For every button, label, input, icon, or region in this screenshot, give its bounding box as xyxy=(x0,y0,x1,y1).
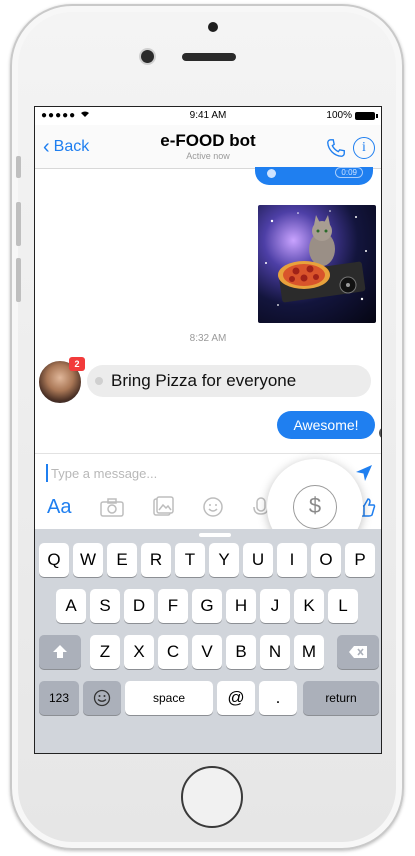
key-j[interactable]: J xyxy=(260,589,290,623)
numbers-key[interactable]: 123 xyxy=(39,681,79,715)
battery-indicator: 100% xyxy=(326,110,378,121)
key-q[interactable]: Q xyxy=(39,543,69,577)
photo-library-icon[interactable] xyxy=(151,495,175,519)
key-w[interactable]: W xyxy=(73,543,103,577)
period-key[interactable]: . xyxy=(259,681,297,715)
key-v[interactable]: V xyxy=(192,635,222,669)
return-key[interactable]: return xyxy=(303,681,379,715)
key-x[interactable]: X xyxy=(124,635,154,669)
delete-key[interactable] xyxy=(337,635,379,669)
previous-message-duration: 0:09 xyxy=(335,167,363,178)
key-a[interactable]: A xyxy=(56,589,86,623)
key-g[interactable]: G xyxy=(192,589,222,623)
camera-icon[interactable] xyxy=(99,495,125,519)
cat-pizza-dj-illustration xyxy=(265,210,367,306)
key-m[interactable]: M xyxy=(294,635,324,669)
sent-message-bubble[interactable]: Awesome! xyxy=(277,411,375,439)
message-timestamp: 8:32 AM xyxy=(189,333,227,344)
text-cursor xyxy=(46,464,48,482)
received-message-bubble[interactable]: Bring Pizza for everyone xyxy=(87,365,371,397)
at-key[interactable]: @ xyxy=(217,681,255,715)
key-h[interactable]: H xyxy=(226,589,256,623)
phone-call-icon[interactable] xyxy=(325,137,347,159)
volume-up-button xyxy=(16,202,21,246)
play-icon xyxy=(267,169,276,178)
navigation-bar: ‹ Back e-FOOD bot Active now i xyxy=(35,125,381,169)
unread-badge: 2 xyxy=(69,357,85,371)
key-t[interactable]: T xyxy=(175,543,205,577)
key-f[interactable]: F xyxy=(158,589,188,623)
volume-down-button xyxy=(16,258,21,302)
key-p[interactable]: P xyxy=(345,543,375,577)
key-c[interactable]: C xyxy=(158,635,188,669)
key-k[interactable]: K xyxy=(294,589,324,623)
shift-arrow-icon xyxy=(53,645,67,658)
key-r[interactable]: R xyxy=(141,543,171,577)
battery-icon xyxy=(355,111,378,120)
key-e[interactable]: E xyxy=(107,543,137,577)
emoji-icon[interactable] xyxy=(201,495,225,519)
earpiece-speaker xyxy=(182,53,236,61)
info-icon[interactable]: i xyxy=(353,137,375,159)
dollar-icon: $ xyxy=(293,485,337,529)
received-message-text: Bring Pizza for everyone xyxy=(111,371,297,390)
shift-key[interactable] xyxy=(39,635,81,669)
key-d[interactable]: D xyxy=(124,589,154,623)
key-n[interactable]: N xyxy=(260,635,290,669)
keyboard-grabber xyxy=(199,533,231,537)
backspace-icon xyxy=(349,646,367,658)
keyboard: Q W E R T Y U I O P A S D F G H J K L Z … xyxy=(35,529,381,753)
seen-avatar-icon xyxy=(379,427,381,439)
send-icon[interactable] xyxy=(355,464,373,482)
key-z[interactable]: Z xyxy=(90,635,120,669)
screen: ●●●●● 9:41 AM 100% ‹ Back e-FOOD bot Act… xyxy=(34,106,382,754)
key-s[interactable]: S xyxy=(90,589,120,623)
cat-pizza-dj-image[interactable] xyxy=(258,205,376,323)
battery-percent: 100% xyxy=(326,110,352,121)
home-button[interactable] xyxy=(181,766,243,828)
space-key[interactable]: space xyxy=(125,681,213,715)
emoji-face-icon xyxy=(93,689,111,707)
text-format-button[interactable]: Aa xyxy=(47,495,71,519)
emoji-keyboard-key[interactable] xyxy=(83,681,121,715)
proximity-sensor xyxy=(208,22,218,32)
mute-switch xyxy=(16,156,21,178)
key-y[interactable]: Y xyxy=(209,543,239,577)
key-i[interactable]: I xyxy=(277,543,307,577)
key-o[interactable]: O xyxy=(311,543,341,577)
front-camera xyxy=(141,50,154,63)
message-status-dot xyxy=(95,377,103,385)
key-u[interactable]: U xyxy=(243,543,273,577)
previous-message-bubble[interactable]: 0:09 xyxy=(255,167,373,185)
status-bar: ●●●●● 9:41 AM 100% xyxy=(35,107,381,125)
key-b[interactable]: B xyxy=(226,635,256,669)
key-l[interactable]: L xyxy=(328,589,358,623)
